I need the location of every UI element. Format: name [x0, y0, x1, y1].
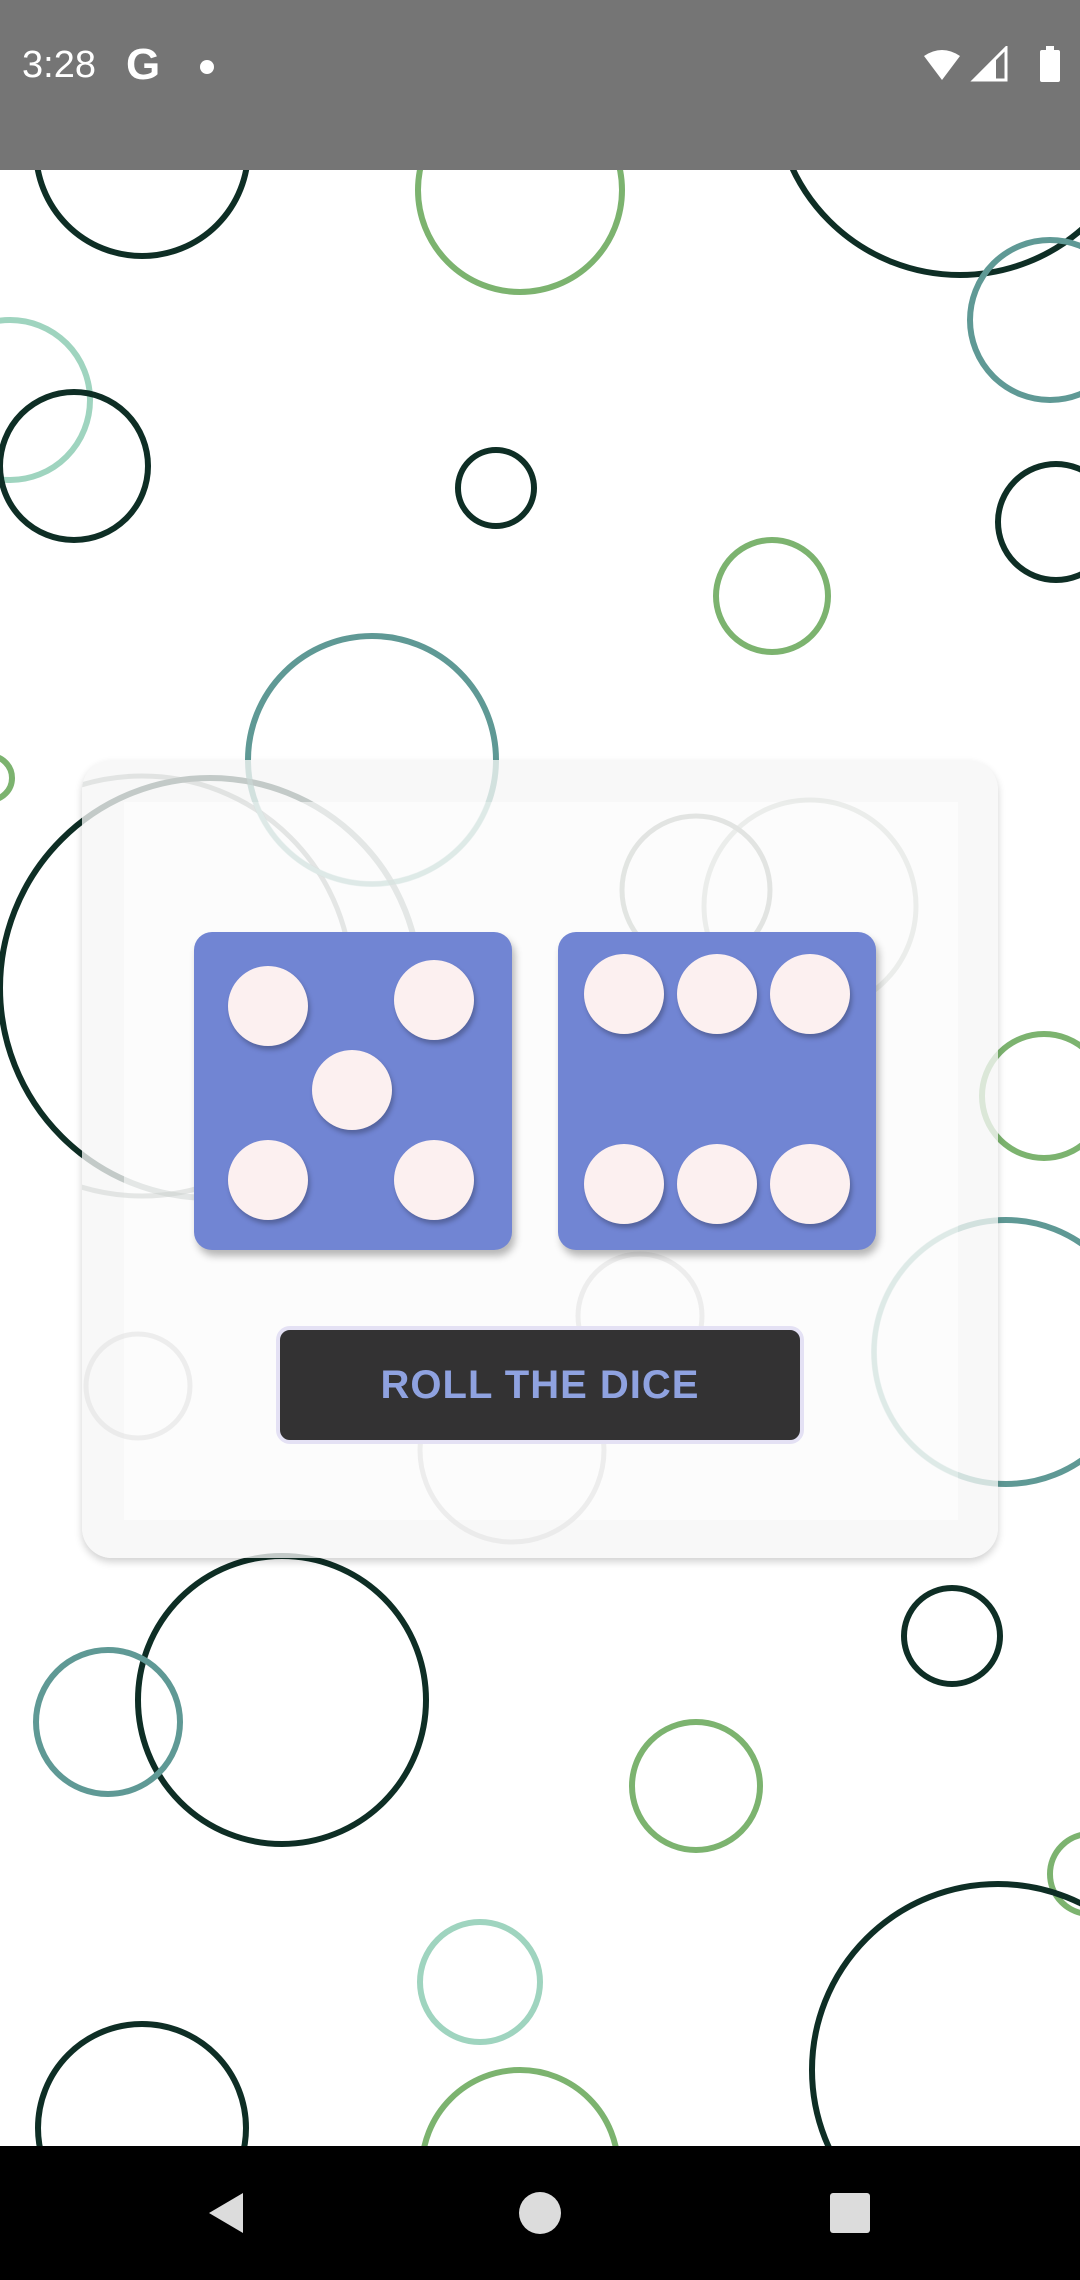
recents-button[interactable]: [800, 2166, 900, 2260]
wifi-icon: [924, 50, 960, 80]
back-icon: [209, 2193, 243, 2233]
die-pip: [770, 1144, 850, 1224]
battery-icon: [1040, 50, 1060, 82]
notification-dot-icon: [200, 60, 214, 74]
home-icon: [519, 2192, 561, 2234]
die-right[interactable]: [558, 932, 876, 1250]
die-pip: [228, 966, 308, 1046]
status-time: 3:28: [22, 44, 96, 86]
die-pip: [584, 954, 664, 1034]
die-left[interactable]: [194, 932, 512, 1250]
google-icon: G: [126, 40, 161, 89]
back-button[interactable]: [176, 2166, 276, 2260]
status-icons: [924, 46, 1060, 82]
status-bar: 3:28 G: [0, 0, 1080, 170]
die-pip: [394, 1140, 474, 1220]
die-pip: [677, 1144, 757, 1224]
die-pip: [312, 1050, 392, 1130]
die-pip: [394, 960, 474, 1040]
die-pip: [677, 954, 757, 1034]
screen: 3:28 G ROLL THE DICE: [0, 0, 1080, 2280]
recents-icon: [830, 2193, 870, 2233]
die-pip: [228, 1140, 308, 1220]
roll-dice-button[interactable]: ROLL THE DICE: [276, 1326, 804, 1444]
die-pip: [770, 954, 850, 1034]
dice-card: ROLL THE DICE: [82, 760, 998, 1558]
die-pip: [584, 1144, 664, 1224]
home-button[interactable]: [490, 2166, 590, 2260]
navigation-bar: [0, 2146, 1080, 2280]
